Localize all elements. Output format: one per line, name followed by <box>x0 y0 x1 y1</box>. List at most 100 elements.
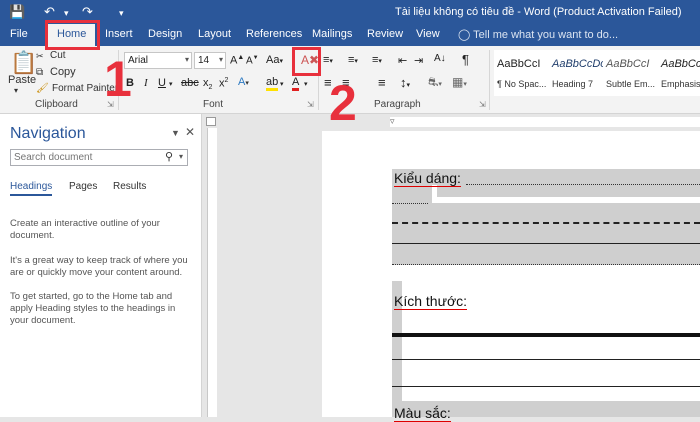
text-effects-icon[interactable]: A▾ <box>238 76 249 88</box>
nav-tab-headings[interactable]: Headings <box>10 181 52 192</box>
indent-marker-icon[interactable]: ▿ <box>390 116 395 127</box>
font-name-combo[interactable]: Arial ▾ <box>124 52 192 69</box>
paragraph-launcher-icon[interactable]: ⇲ <box>479 100 486 109</box>
show-marks-icon[interactable]: ¶ <box>462 52 469 67</box>
increase-indent-icon[interactable]: ⇥ <box>414 54 423 67</box>
solid-line <box>392 386 700 387</box>
font-launcher-icon[interactable]: ⇲ <box>307 100 314 109</box>
clipboard-group-label: Clipboard <box>35 99 78 110</box>
tab-mailings[interactable]: Mailings <box>312 28 352 40</box>
font-color-icon[interactable]: A <box>292 76 300 91</box>
undo-dropdown-icon[interactable]: ▾ <box>64 8 69 19</box>
change-case-icon[interactable]: Aa▾ <box>266 54 283 66</box>
pane-options-icon[interactable]: ▼ <box>171 128 180 138</box>
strikethrough-icon[interactable]: abc <box>181 77 199 89</box>
nav-help-text: Create an interactive outline of your do… <box>10 218 160 241</box>
navigation-search-input[interactable] <box>11 150 161 165</box>
style-name: Heading 7 <box>552 79 594 89</box>
line-spacing-icon[interactable]: ↕▾ <box>400 75 410 90</box>
numbering-icon[interactable]: ≡▾ <box>348 54 358 66</box>
tab-references[interactable]: References <box>246 28 302 40</box>
doc-line-kich-thuoc[interactable]: Kích thước: <box>394 293 468 310</box>
nav-tab-pages[interactable]: Pages <box>69 181 97 192</box>
tab-selector-icon[interactable] <box>206 117 216 126</box>
paragraph-group-label: Paragraph <box>374 99 421 110</box>
copy-button[interactable]: Copy <box>50 66 76 78</box>
font-size-dropdown-icon[interactable]: ▾ <box>219 55 223 64</box>
tab-design[interactable]: Design <box>148 28 182 40</box>
copy-icon[interactable]: ⧉ <box>36 67 43 78</box>
grow-font-icon[interactable]: A▲ <box>230 54 244 67</box>
solid-line <box>392 359 700 360</box>
title-bar: 💾 ↶ ▾ ↷ ▾ Tài liệu không có tiêu đề - Wo… <box>0 0 700 24</box>
nav-help-text: To get started, go to the Home tab and a… <box>10 291 176 326</box>
paste-icon[interactable]: 📋 <box>10 50 37 76</box>
shaded-field <box>437 185 700 197</box>
callout-number-2: 2 <box>329 75 357 131</box>
font-size-value: 14 <box>198 55 210 66</box>
close-icon[interactable]: ✕ <box>185 125 195 139</box>
paste-dropdown-icon[interactable]: ▾ <box>14 86 18 95</box>
doc-line-kieu-dang[interactable]: Kiểu dáng: <box>394 170 461 187</box>
shrink-font-icon[interactable]: A▼ <box>246 55 259 66</box>
subscript-icon[interactable]: x2 <box>203 77 212 91</box>
borders-icon[interactable]: ▦▾ <box>452 75 467 89</box>
style-sample: AaBbCc <box>661 58 700 70</box>
bullets-icon[interactable]: ≡▾ <box>323 54 333 66</box>
nav-help-text: It's a great way to keep track of where … <box>10 255 188 278</box>
nav-tab-results[interactable]: Results <box>113 181 146 192</box>
undo-icon[interactable]: ↶ <box>44 4 55 20</box>
style-sample: AaBbCcI <box>606 58 650 70</box>
highlight-dropdown-icon[interactable]: ▾ <box>280 80 284 88</box>
paste-button[interactable]: Paste <box>8 74 36 86</box>
active-tab-indicator <box>10 194 52 196</box>
tell-me-box[interactable]: ◯ Tell me what you want to do... <box>458 28 618 41</box>
underline-icon[interactable]: U <box>158 77 166 89</box>
tab-insert[interactable]: Insert <box>105 28 133 40</box>
justify-icon[interactable]: ≡ <box>378 75 386 90</box>
italic-icon[interactable]: I <box>144 77 148 89</box>
tab-review[interactable]: Review <box>367 28 403 40</box>
save-icon[interactable]: 💾 <box>9 4 25 20</box>
font-color-dropdown-icon[interactable]: ▾ <box>304 80 308 88</box>
search-dropdown-icon[interactable]: ▾ <box>179 152 183 161</box>
multilevel-list-icon[interactable]: ≡▾ <box>372 54 382 66</box>
font-size-combo[interactable]: 14 ▾ <box>194 52 226 69</box>
style-name: Emphasis <box>661 79 700 89</box>
callout-number-1: 1 <box>104 51 132 107</box>
dotted-line <box>392 203 428 204</box>
underline-dropdown-icon[interactable]: ▾ <box>169 80 173 88</box>
style-emphasis[interactable]: AaBbCc Emphasis <box>658 50 700 96</box>
vertical-ruler[interactable] <box>203 114 220 417</box>
document-page[interactable] <box>322 131 700 417</box>
tell-me-text: Tell me what you want to do... <box>473 29 619 41</box>
superscript-icon[interactable]: x2 <box>219 77 228 90</box>
redo-icon[interactable]: ↷ <box>82 4 93 20</box>
tab-view[interactable]: View <box>416 28 440 40</box>
tab-file[interactable]: File <box>10 28 28 40</box>
decrease-indent-icon[interactable]: ⇤ <box>398 54 407 67</box>
cut-button[interactable]: Cut <box>50 50 66 61</box>
shaded-field <box>392 203 700 265</box>
shading-icon[interactable]: ⛐▾ <box>428 75 442 91</box>
thick-line <box>392 333 700 337</box>
solid-line <box>392 243 700 244</box>
format-painter-icon[interactable]: 🖌 <box>36 83 49 94</box>
highlight-icon[interactable]: ab <box>266 76 279 91</box>
dotted-line <box>466 184 700 185</box>
doc-line-mau-sac[interactable]: Màu sắc: <box>394 405 451 422</box>
navigation-title: Navigation <box>10 125 86 142</box>
sort-icon[interactable]: A↓ <box>434 53 446 64</box>
font-name-dropdown-icon[interactable]: ▾ <box>185 55 189 64</box>
vertical-ruler-strip <box>207 128 217 417</box>
doc-line-text: Màu sắc: <box>394 405 451 422</box>
customize-toolbar-icon[interactable]: ▾ <box>119 8 124 19</box>
cut-icon[interactable]: ✂ <box>36 51 44 62</box>
tab-layout[interactable]: Layout <box>198 28 231 40</box>
shaded-field <box>392 185 432 203</box>
navigation-search-box[interactable]: ⚲ ▾ <box>10 149 188 166</box>
callout-home-box <box>45 20 100 50</box>
search-icon[interactable]: ⚲ <box>165 150 173 163</box>
horizontal-ruler[interactable]: ▿ <box>220 114 700 131</box>
font-group-label: Font <box>203 99 224 110</box>
